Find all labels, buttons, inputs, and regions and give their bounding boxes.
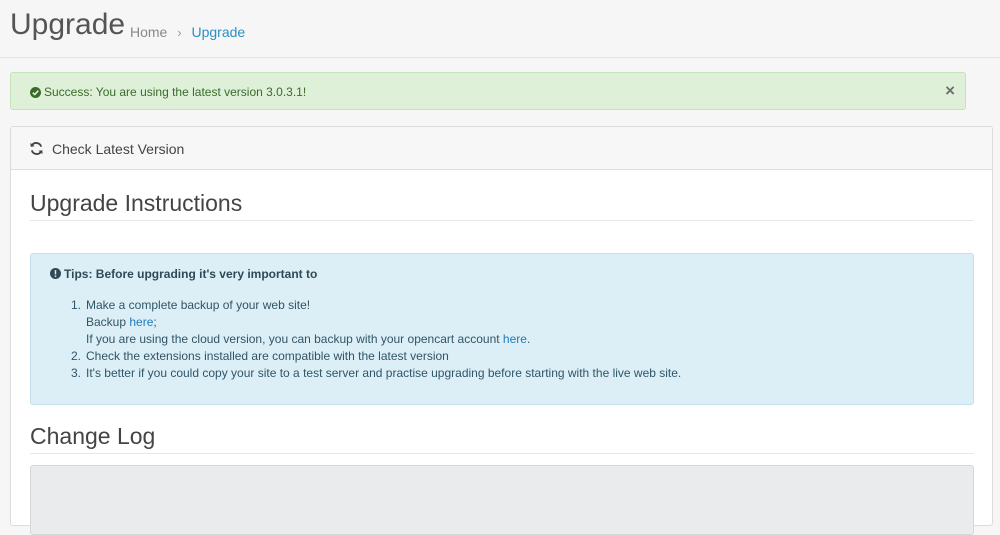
change-log-heading: Change Log [30,423,974,454]
breadcrumb: Home › Upgrade [130,24,245,40]
backup-here-link[interactable]: here [129,315,153,329]
refresh-icon [29,141,44,161]
page-title: Upgrade [10,8,126,41]
tip-item-3: 3. It's better if you could copy your sit… [71,366,682,380]
upgrade-panel: Check Latest Version Upgrade Instruction… [10,126,993,535]
check-latest-version-button[interactable]: Check Latest Version [11,127,992,170]
upgrade-instructions-heading: Upgrade Instructions [30,190,974,221]
success-alert-text: Success: You are using the latest versio… [44,85,307,99]
breadcrumb-separator: › [177,25,182,40]
info-circle-icon [50,268,61,282]
tips-list: 1. Make a complete backup of your web sit… [71,297,681,382]
check-circle-icon [30,85,41,103]
tips-info-box: Tips: Before upgrading it's very importa… [30,253,974,405]
tips-title: Tips: Before upgrading it's very importa… [64,267,318,281]
page-header: Upgrade Home › Upgrade [0,0,1000,58]
success-alert: Success: You are using the latest versio… [10,72,966,110]
breadcrumb-home-link[interactable]: Home [130,24,167,40]
tip-backup-line: Backup here; [86,315,157,329]
opencart-account-here-link[interactable]: here [503,332,527,346]
panel-heading-label: Check Latest Version [52,141,185,157]
tip-item-2: 2. Check the extensions installed are com… [71,349,449,363]
tip-cloud-line: If you are using the cloud version, you … [86,332,531,346]
tip-item-1: 1. Make a complete backup of your web sit… [71,298,311,312]
breadcrumb-upgrade-link[interactable]: Upgrade [191,24,245,40]
change-log-box[interactable] [30,465,974,535]
close-icon[interactable]: × [945,82,955,100]
